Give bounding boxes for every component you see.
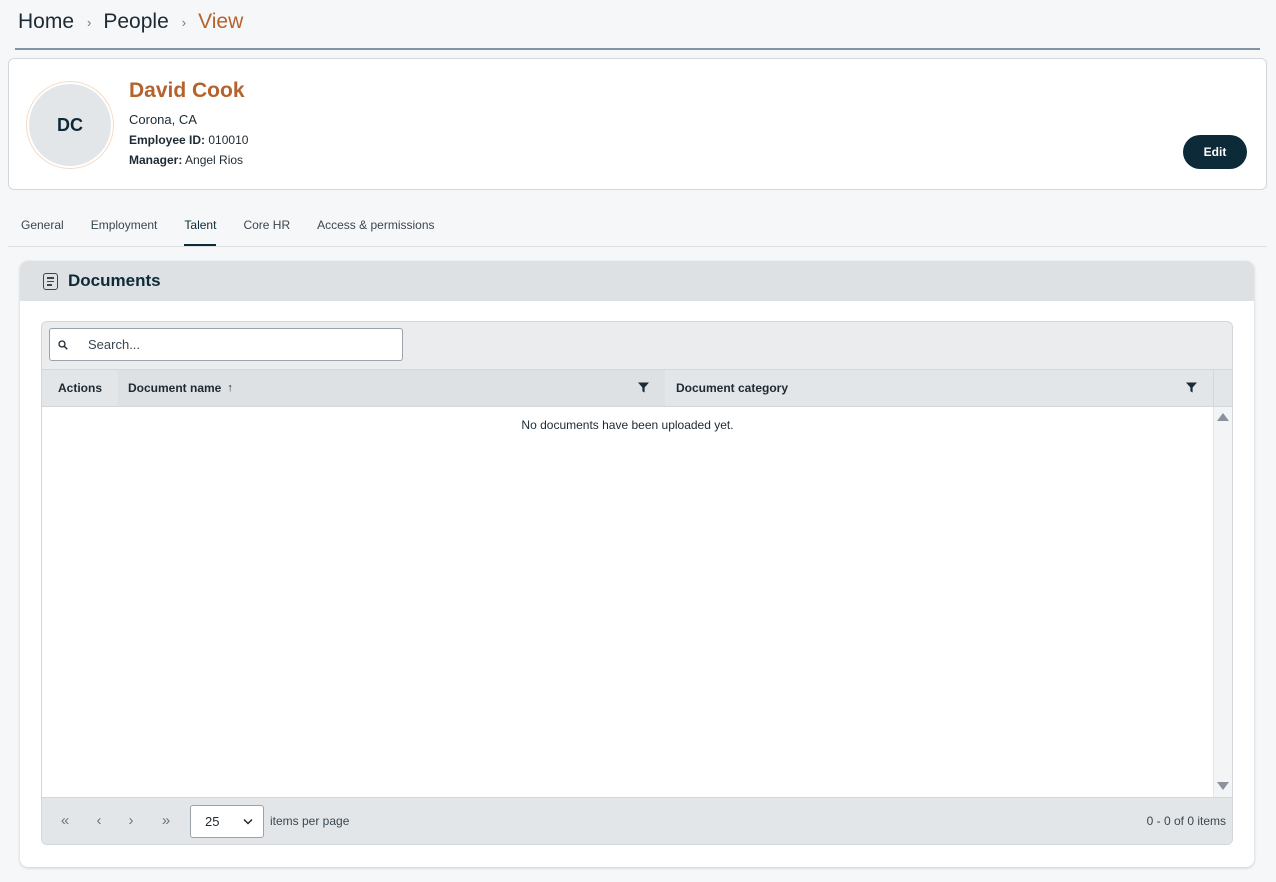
breadcrumb-home[interactable]: Home <box>18 10 74 34</box>
search-icon <box>58 340 68 350</box>
avatar: DC <box>29 84 111 166</box>
item-count: 0 - 0 of 0 items <box>1146 814 1226 828</box>
table-header: Actions Document name ↑ Document categor… <box>42 369 1232 407</box>
sort-ascending-icon[interactable]: ↑ <box>227 382 233 394</box>
breadcrumb-current: View <box>198 10 244 33</box>
tab-access-permissions[interactable]: Access & permissions <box>317 218 434 246</box>
empty-message: No documents have been uploaded yet. <box>521 418 734 432</box>
employee-id-label: Employee ID: <box>129 133 206 147</box>
tab-talent[interactable]: Talent <box>184 218 217 246</box>
profile-card: DC David Cook Corona, CA Employee ID: 01… <box>8 58 1267 190</box>
profile-name: David Cook <box>129 79 245 102</box>
edit-button[interactable]: Edit <box>1183 135 1247 169</box>
column-document-name-label[interactable]: Document name <box>128 381 221 395</box>
search-box[interactable] <box>49 328 403 361</box>
profile-manager: Manager: Angel Rios <box>129 153 243 167</box>
pager: « ‹ › » 25 items per page 0 - 0 of 0 ite… <box>42 797 1232 844</box>
profile-location: Corona, CA <box>129 112 197 127</box>
page-size-value[interactable]: 25 <box>205 814 219 829</box>
last-page-icon[interactable]: » <box>158 812 174 830</box>
documents-panel: Documents Actions Document name ↑ Docume… <box>20 261 1254 867</box>
filter-icon[interactable] <box>638 382 649 393</box>
page-size-select[interactable]: 25 <box>190 805 264 838</box>
document-icon <box>43 273 58 290</box>
profile-employee-id: Employee ID: 010010 <box>129 133 248 147</box>
next-page-icon[interactable]: › <box>123 812 139 830</box>
tab-bar: General Employment Talent Core HR Access… <box>21 218 462 246</box>
chevron-down-icon[interactable] <box>243 818 253 826</box>
vertical-scrollbar[interactable] <box>1213 407 1232 797</box>
page-size-label: items per page <box>270 814 350 828</box>
documents-title: Documents <box>68 271 161 290</box>
employee-id-value: 010010 <box>208 133 249 147</box>
previous-page-icon[interactable]: ‹ <box>91 812 107 830</box>
breadcrumb-divider <box>15 48 1260 50</box>
table-body: No documents have been uploaded yet. <box>42 407 1213 797</box>
column-document-name[interactable]: Document name ↑ <box>118 370 665 406</box>
tabs-divider <box>8 246 1267 247</box>
manager-value[interactable]: Angel Rios <box>185 153 243 167</box>
column-actions: Actions <box>42 370 118 406</box>
manager-label: Manager: <box>129 153 183 167</box>
breadcrumb: Home › People › View <box>18 8 243 36</box>
column-document-category-label[interactable]: Document category <box>676 381 788 395</box>
search-input[interactable] <box>88 329 388 360</box>
first-page-icon[interactable]: « <box>57 812 73 830</box>
tab-employment[interactable]: Employment <box>91 218 158 246</box>
breadcrumb-people[interactable]: People <box>103 10 168 34</box>
tab-general[interactable]: General <box>21 218 64 246</box>
breadcrumb-chevron-icon: › <box>87 14 92 30</box>
breadcrumb-chevron-icon: › <box>181 14 187 30</box>
filter-icon[interactable] <box>1186 382 1197 393</box>
scroll-down-icon[interactable] <box>1217 782 1229 790</box>
header-scroll-spacer <box>1213 370 1232 406</box>
tab-core-hr[interactable]: Core HR <box>243 218 290 246</box>
column-document-category[interactable]: Document category <box>665 370 1213 406</box>
documents-header: Documents <box>20 261 1254 301</box>
documents-grid: Actions Document name ↑ Document categor… <box>41 321 1233 845</box>
scroll-up-icon[interactable] <box>1217 413 1229 421</box>
column-actions-label: Actions <box>57 381 102 395</box>
